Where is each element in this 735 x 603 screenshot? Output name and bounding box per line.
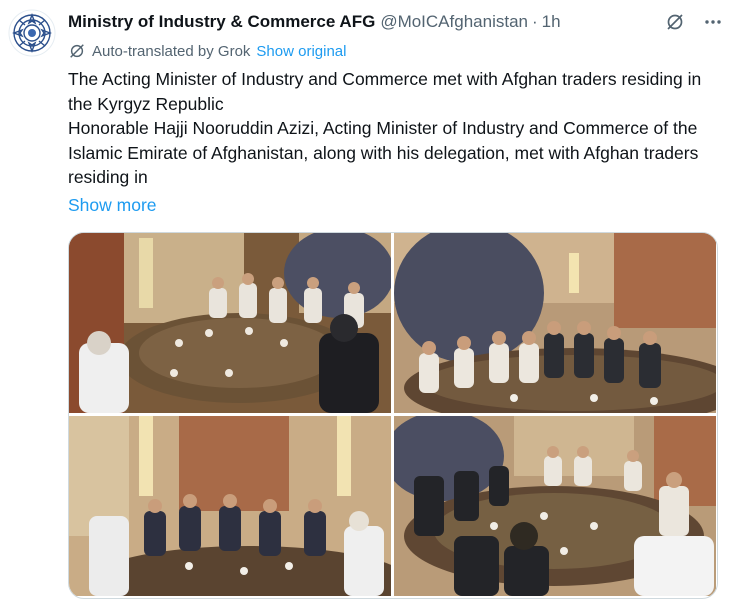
media-grid (68, 232, 718, 599)
translation-notice: Auto-translated by Grok Show original (68, 40, 346, 62)
photo-3[interactable] (69, 416, 391, 596)
grok-icon[interactable] (665, 12, 685, 37)
post-paragraph: Honorable Hajji Nooruddin Azizi, Acting … (68, 118, 699, 187)
separator-dot: · (531, 12, 538, 31)
post-text: The Acting Minister of Industry and Comm… (68, 67, 728, 217)
translate-icon (68, 42, 86, 60)
show-original-link[interactable]: Show original (256, 43, 346, 60)
author-name[interactable]: Ministry of Industry & Commerce AFG (68, 12, 375, 32)
more-icon[interactable] (703, 12, 723, 37)
author-avatar[interactable] (8, 9, 56, 57)
post-paragraph: The Acting Minister of Industry and Comm… (68, 69, 702, 114)
ministry-logo-icon (8, 9, 56, 57)
post-time[interactable]: 1h (542, 12, 561, 32)
author-handle[interactable]: @MoICAfghanistan (380, 12, 528, 32)
show-more-link[interactable]: Show more (68, 195, 157, 215)
translation-label: Auto-translated by Grok (92, 42, 251, 60)
photo-1[interactable] (69, 233, 391, 413)
post-header: Ministry of Industry & Commerce AFG @MoI… (68, 10, 725, 34)
header-actions (665, 12, 723, 37)
photo-2[interactable] (394, 233, 716, 413)
photo-4[interactable] (394, 416, 716, 596)
